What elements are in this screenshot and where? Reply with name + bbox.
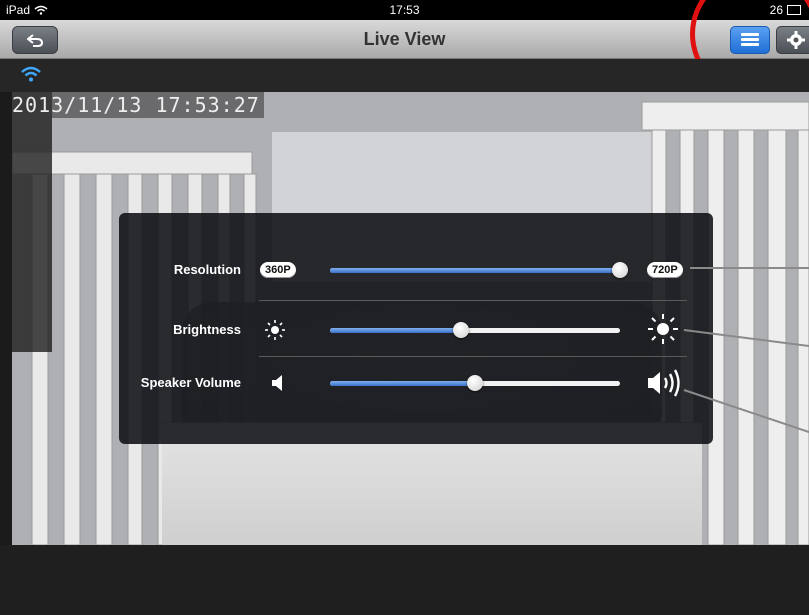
- speaker-volume-label: Speaker Volume: [140, 375, 241, 390]
- battery-percent: 26: [769, 3, 783, 17]
- resolution-min-label: 360P: [260, 262, 296, 278]
- brightness-slider[interactable]: [330, 322, 620, 338]
- resolution-row: Resolution 360P 720P: [119, 240, 713, 300]
- settings-button[interactable]: [776, 26, 809, 54]
- video-settings-panel: Resolution 360P 720P Brightness Speaker …: [119, 213, 713, 444]
- resolution-max-label: 720P: [647, 262, 683, 278]
- menu-button[interactable]: [730, 26, 770, 54]
- resolution-label: Resolution: [173, 262, 241, 277]
- resolution-slider-fill: [330, 268, 620, 273]
- video-timestamp: 2013/11/13 17:53:27: [12, 92, 264, 118]
- navigation-bar: Live View: [0, 20, 809, 59]
- bottom-bar: [0, 545, 809, 615]
- speaker-volume-slider-fill: [330, 381, 475, 386]
- speaker-volume-slider[interactable]: [330, 375, 620, 391]
- status-bar: iPad 17:53 26: [0, 0, 809, 20]
- wifi-icon: [21, 66, 41, 82]
- sun-large-icon: [648, 314, 678, 344]
- gear-icon: [787, 31, 805, 49]
- battery-icon: [787, 5, 801, 15]
- resolution-slider[interactable]: [330, 262, 628, 278]
- brightness-slider-fill: [330, 328, 461, 333]
- status-time: 17:53: [389, 3, 420, 17]
- menu-icon: [741, 33, 759, 36]
- page-title: Live View: [363, 29, 446, 49]
- resolution-slider-thumb[interactable]: [612, 262, 628, 278]
- speaker-low-icon: [272, 375, 282, 391]
- brightness-label: Brightness: [173, 322, 241, 337]
- brightness-row: Brightness: [119, 300, 713, 360]
- speaker-volume-row: Speaker Volume: [119, 353, 713, 413]
- app-window: iPad 17:53 26 Live View 2013/11/13 17:53…: [0, 0, 809, 615]
- brightness-slider-thumb[interactable]: [452, 322, 469, 338]
- sun-small-icon: [265, 320, 285, 340]
- speaker-high-icon: [648, 369, 680, 397]
- connection-bar: [0, 59, 809, 92]
- speaker-volume-slider-thumb[interactable]: [467, 375, 483, 391]
